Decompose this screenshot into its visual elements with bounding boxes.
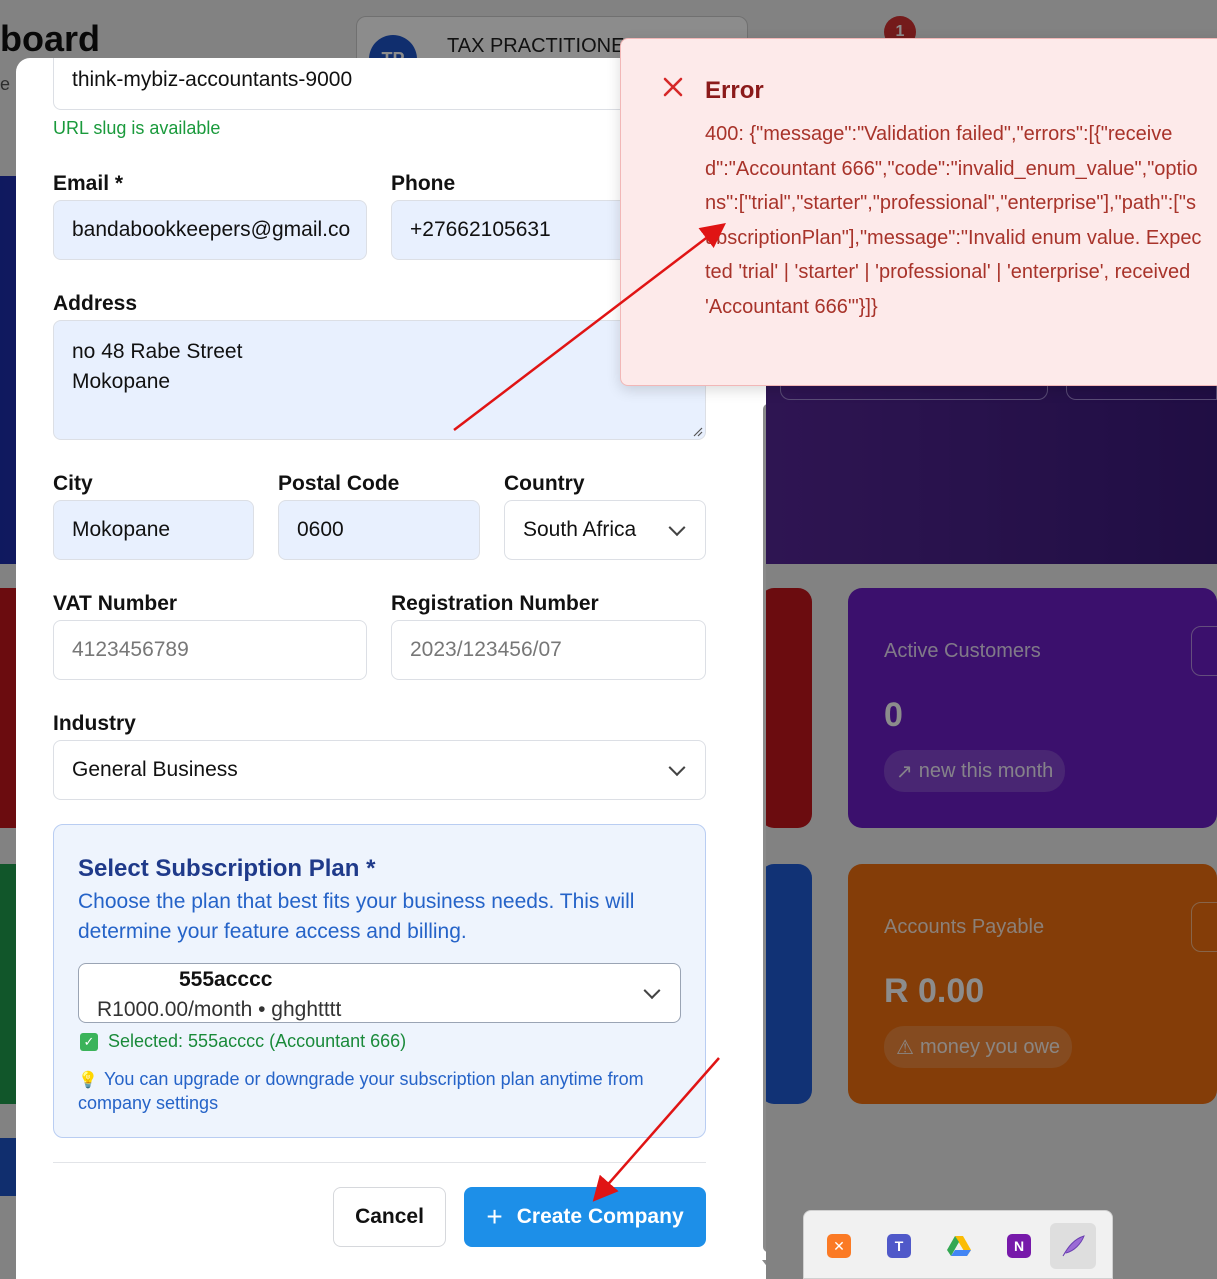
google-drive-icon[interactable] xyxy=(936,1223,982,1269)
chevron-down-icon xyxy=(643,982,661,1000)
country-select[interactable]: South Africa xyxy=(504,500,706,560)
chevron-down-icon xyxy=(668,759,686,777)
error-message: 400: {"message":"Validation failed","err… xyxy=(705,123,1202,318)
checkmark-icon: ✓ xyxy=(80,1032,98,1051)
create-company-button[interactable]: + Create Company xyxy=(464,1187,706,1247)
selected-plan-price: R1000.00/month • ghghtttt xyxy=(97,998,342,1021)
postal-code-field[interactable]: 0600 xyxy=(278,500,480,560)
subscription-title: Select Subscription Plan * xyxy=(78,855,376,882)
email-label: Email * xyxy=(53,172,124,195)
selected-plan-name: 555acccc xyxy=(179,968,273,991)
postal-code-label: Postal Code xyxy=(278,472,400,495)
address-line: Mokopane xyxy=(72,370,171,393)
taskbar-tray: ✕ T N xyxy=(803,1210,1113,1279)
country-label: Country xyxy=(504,472,585,495)
lightbulb-icon: 💡 xyxy=(78,1072,98,1089)
registration-number-label: Registration Number xyxy=(391,592,599,615)
city-field[interactable]: Mokopane xyxy=(53,500,254,560)
vat-number-label: VAT Number xyxy=(53,592,178,615)
scrollbar[interactable] xyxy=(758,398,766,1279)
footer-divider xyxy=(53,1162,706,1163)
email-field[interactable]: bandabookkeepers@gmail.co xyxy=(53,200,367,260)
city-label: City xyxy=(53,472,93,495)
address-label: Address xyxy=(53,292,138,315)
url-slug-input[interactable]: think-mybiz-accountants-9000 xyxy=(53,58,706,110)
scrollbar-thumb[interactable] xyxy=(763,404,766,1252)
vat-number-field[interactable]: 4123456789 xyxy=(53,620,367,680)
address-textarea[interactable]: no 48 Rabe Street Mokopane xyxy=(53,320,706,440)
error-x-icon[interactable] xyxy=(661,75,685,99)
slug-status: URL slug is available xyxy=(53,118,221,138)
registration-number-field[interactable]: 2023/123456/07 xyxy=(391,620,706,680)
industry-value: General Business xyxy=(72,758,238,781)
feather-app-icon[interactable] xyxy=(1050,1223,1096,1269)
scroll-down-arrow-icon[interactable] xyxy=(762,1260,766,1269)
subscription-plan-section: Select Subscription Plan * Choose the pl… xyxy=(53,824,706,1138)
plan-tip-text: You can upgrade or downgrade your subscr… xyxy=(78,1069,644,1113)
plan-selected-text: Selected: 555acccc (Accountant 666) xyxy=(108,1031,407,1051)
error-title: Error xyxy=(705,77,764,104)
xampp-icon[interactable]: ✕ xyxy=(816,1223,862,1269)
plan-selected-confirmation: ✓ Selected: 555acccc (Accountant 666) xyxy=(80,1031,406,1052)
error-toast: Error 400: {"message":"Validation failed… xyxy=(620,38,1217,386)
plan-tip: 💡 You can upgrade or downgrade your subsc… xyxy=(78,1067,678,1115)
create-company-label: Create Company xyxy=(516,1205,684,1228)
feather-glyph xyxy=(1062,1235,1085,1257)
cancel-button[interactable]: Cancel xyxy=(333,1187,446,1247)
resize-grip-icon[interactable] xyxy=(691,425,703,437)
chevron-down-icon xyxy=(668,519,686,537)
industry-select[interactable]: General Business xyxy=(53,740,706,800)
address-line: no 48 Rabe Street xyxy=(72,340,243,363)
onenote-icon[interactable]: N xyxy=(996,1223,1042,1269)
country-value: South Africa xyxy=(523,518,637,541)
plus-icon: + xyxy=(486,1201,503,1232)
subscription-plan-select[interactable]: 555acccc R1000.00/month • ghghtttt xyxy=(78,963,681,1023)
teams-icon[interactable]: T xyxy=(876,1223,922,1269)
industry-label: Industry xyxy=(53,712,136,735)
phone-label: Phone xyxy=(391,172,456,195)
subscription-description: Choose the plan that best fits your busi… xyxy=(78,890,635,943)
google-drive-glyph xyxy=(947,1236,971,1256)
